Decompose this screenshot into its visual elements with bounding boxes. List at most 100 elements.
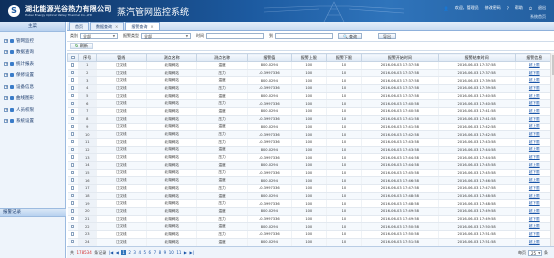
- start-time-input[interactable]: [206, 33, 264, 39]
- sidebar-item-curves[interactable]: + 曲线图形: [0, 93, 65, 105]
- logout-link[interactable]: 退出: [538, 5, 546, 11]
- row-checkbox[interactable]: [70, 78, 75, 82]
- page-number-button[interactable]: 6: [149, 250, 152, 255]
- alarm-info-cell[interactable]: 超上限: [515, 192, 554, 201]
- row-checkbox[interactable]: [70, 116, 75, 121]
- expand-icon[interactable]: +: [4, 119, 8, 124]
- expand-icon[interactable]: +: [4, 50, 8, 55]
- page-number-button[interactable]: 8: [159, 250, 162, 255]
- row-checkbox[interactable]: [70, 63, 75, 67]
- table-row[interactable]: 22 江汉线 北湖阀站 温度 800.0294 100 10 2016-06-03 17:50…: [67, 222, 554, 232]
- alarm-info-cell[interactable]: 超下限: [515, 99, 554, 109]
- select-all-checkbox[interactable]: [71, 55, 75, 59]
- table-row[interactable]: 18 江汉线 北湖阀站 温度 800.0294 100 10 2016-06-03 17:48…: [67, 192, 554, 201]
- expand-icon[interactable]: +: [4, 107, 8, 112]
- help-icon[interactable]: ?: [507, 6, 509, 11]
- row-checkbox[interactable]: [70, 86, 75, 90]
- row-checkbox[interactable]: [70, 70, 75, 75]
- table-row[interactable]: 20 江汉线 北湖阀站 温度 800.0294 100 10 2016-06-03 17:49…: [67, 207, 554, 216]
- row-checkbox[interactable]: [70, 124, 75, 129]
- page-size-select[interactable]: 25 ▼: [528, 250, 542, 256]
- last-page-button[interactable]: ▶|: [189, 250, 193, 255]
- export-button[interactable]: 导出: [377, 32, 396, 40]
- row-checkbox[interactable]: [70, 155, 75, 159]
- alarm-info-cell[interactable]: 超上限: [515, 207, 554, 216]
- table-row[interactable]: 4 江汉线 北湖阀站 压力 -0.3997336 100 10 2016-06-03 17:3…: [67, 84, 554, 93]
- alarm-type-select[interactable]: 全部 ▼: [141, 33, 191, 39]
- table-row[interactable]: 8 江汉线 北湖阀站 压力 -0.3997336 100 10 2016-06-03 17:4…: [67, 115, 554, 124]
- page-number-button[interactable]: 10: [169, 250, 174, 255]
- expand-icon[interactable]: +: [4, 84, 8, 89]
- page-number-button[interactable]: 2: [128, 250, 131, 255]
- row-checkbox[interactable]: [70, 186, 75, 190]
- help-link[interactable]: 帮助: [515, 5, 523, 11]
- alarm-info-cell[interactable]: 超上限: [515, 61, 554, 70]
- alarm-info-cell[interactable]: 超上限: [515, 176, 554, 185]
- table-row[interactable]: 11 江汉线 北湖阀站 压力 -0.3997336 100 10 2016-06-03 17:…: [67, 138, 554, 147]
- alarm-info-cell[interactable]: 超下限: [515, 130, 554, 139]
- page-number-button[interactable]: 9: [164, 250, 167, 255]
- row-checkbox[interactable]: [70, 239, 75, 244]
- alarm-info-cell[interactable]: 超上限: [515, 238, 554, 246]
- row-checkbox[interactable]: [70, 201, 75, 205]
- sidebar-item-device-info[interactable]: + 设备信息: [0, 81, 65, 93]
- table-row[interactable]: 15 江汉线 北湖阀站 压力 -0.3997336 100 10 2016-06-03 17:…: [67, 169, 554, 178]
- row-checkbox[interactable]: [70, 101, 75, 106]
- table-row[interactable]: 5 江汉线 北湖阀站 温度 800.0294 100 10 2016-06-03 17:37:…: [67, 92, 554, 101]
- refresh-button[interactable]: ↻ 刷新: [70, 42, 93, 50]
- table-row[interactable]: 13 江汉线 北湖阀站 压力 -0.3997336 100 10 2016-06-03 17:…: [67, 153, 554, 162]
- logout-icon[interactable]: ⏻: [529, 6, 532, 11]
- first-page-button[interactable]: |◀: [109, 250, 113, 255]
- change-password-link[interactable]: 修改密码: [485, 5, 501, 11]
- table-row[interactable]: 17 江汉线 北湖阀站 压力 -0.3997336 100 10 2016-06-03 17:…: [67, 184, 554, 193]
- row-checkbox[interactable]: [70, 147, 75, 152]
- alarm-info-cell[interactable]: 超上限: [515, 146, 554, 155]
- alarm-info-cell[interactable]: 超下限: [515, 230, 554, 239]
- expand-icon[interactable]: +: [4, 73, 8, 78]
- alarm-info-cell[interactable]: 超下限: [515, 153, 554, 162]
- table-row[interactable]: 7 江汉线 北湖阀站 温度 800.0294 100 10 2016-06-03 17:40:…: [67, 107, 554, 116]
- row-checkbox[interactable]: [70, 170, 75, 175]
- table-row[interactable]: 14 江汉线 北湖阀站 温度 800.0294 100 10 2016-06-03 17:44…: [67, 161, 554, 170]
- alarm-info-cell[interactable]: 超上限: [515, 123, 554, 132]
- table-row[interactable]: 16 江汉线 北湖阀站 温度 800.0294 100 10 2016-06-03 17:46…: [67, 176, 554, 185]
- vertical-scrollbar[interactable]: [550, 53, 554, 246]
- alarm-info-cell[interactable]: 超上限: [515, 161, 554, 170]
- table-row[interactable]: 9 江汉线 北湖阀站 温度 800.0294 100 10 2016-06-03 17:41:…: [67, 123, 554, 132]
- table-row[interactable]: 24 江汉线 北湖阀站 温度 800.0294 100 10 2016-06-03 17:51…: [67, 238, 554, 246]
- sidebar-item-reports[interactable]: + 统计报表: [0, 58, 65, 70]
- sidebar-item-system-settings[interactable]: + 系统设置: [0, 116, 65, 128]
- tab-data-query[interactable]: 数据查询 ×: [90, 22, 125, 30]
- row-checkbox[interactable]: [70, 232, 75, 236]
- tab-home[interactable]: 首页: [69, 22, 89, 30]
- home-link[interactable]: 系统首页: [530, 14, 546, 20]
- alarm-info-cell[interactable]: 超上限: [515, 92, 554, 101]
- page-number-button[interactable]: 7: [154, 250, 157, 255]
- row-checkbox[interactable]: [70, 193, 75, 198]
- alarm-info-cell[interactable]: 超上限: [515, 222, 554, 232]
- alarm-info-cell[interactable]: 超下限: [515, 169, 554, 178]
- table-row[interactable]: 12 江汉线 北湖阀站 温度 800.0294 100 10 2016-06-03 17:43…: [67, 146, 554, 155]
- row-checkbox[interactable]: [70, 178, 75, 182]
- next-page-button[interactable]: ▶: [184, 250, 187, 255]
- table-row[interactable]: 6 江汉线 北湖阀站 压力 -0.3997336 100 10 2016-06-03 17:4…: [67, 99, 554, 109]
- expand-icon[interactable]: +: [4, 61, 8, 66]
- page-number-button[interactable]: 3: [133, 250, 136, 255]
- alarm-info-cell[interactable]: 超上限: [515, 76, 554, 86]
- end-time-input[interactable]: [275, 33, 333, 39]
- table-row[interactable]: 3 江汉线 北湖阀站 温度 800.0294 100 10 2016-06-03 17:37:…: [67, 76, 554, 86]
- prev-page-button[interactable]: ◀: [116, 250, 119, 255]
- page-number-button[interactable]: 4: [138, 250, 141, 255]
- table-row[interactable]: 10 江汉线 北湖阀站 压力 -0.3997336 100 10 2016-06-03 17:…: [67, 130, 554, 139]
- alarm-info-cell[interactable]: 超下限: [515, 138, 554, 147]
- row-checkbox[interactable]: [70, 209, 75, 213]
- table-row[interactable]: 19 江汉线 北湖阀站 压力 -0.3997336 100 10 2016-06-03 17:…: [67, 199, 554, 209]
- alarm-info-cell[interactable]: 超下限: [515, 84, 554, 93]
- alarm-info-cell[interactable]: 超下限: [515, 184, 554, 193]
- sidebar-item-permissions[interactable]: + 人员权限: [0, 104, 65, 116]
- row-checkbox[interactable]: [70, 139, 75, 144]
- row-checkbox[interactable]: [70, 132, 75, 136]
- table-row[interactable]: 23 江汉线 北湖阀站 压力 -0.3997336 100 10 2016-06-03 17:…: [67, 230, 554, 239]
- row-checkbox[interactable]: [70, 224, 75, 229]
- expand-icon[interactable]: +: [4, 96, 8, 101]
